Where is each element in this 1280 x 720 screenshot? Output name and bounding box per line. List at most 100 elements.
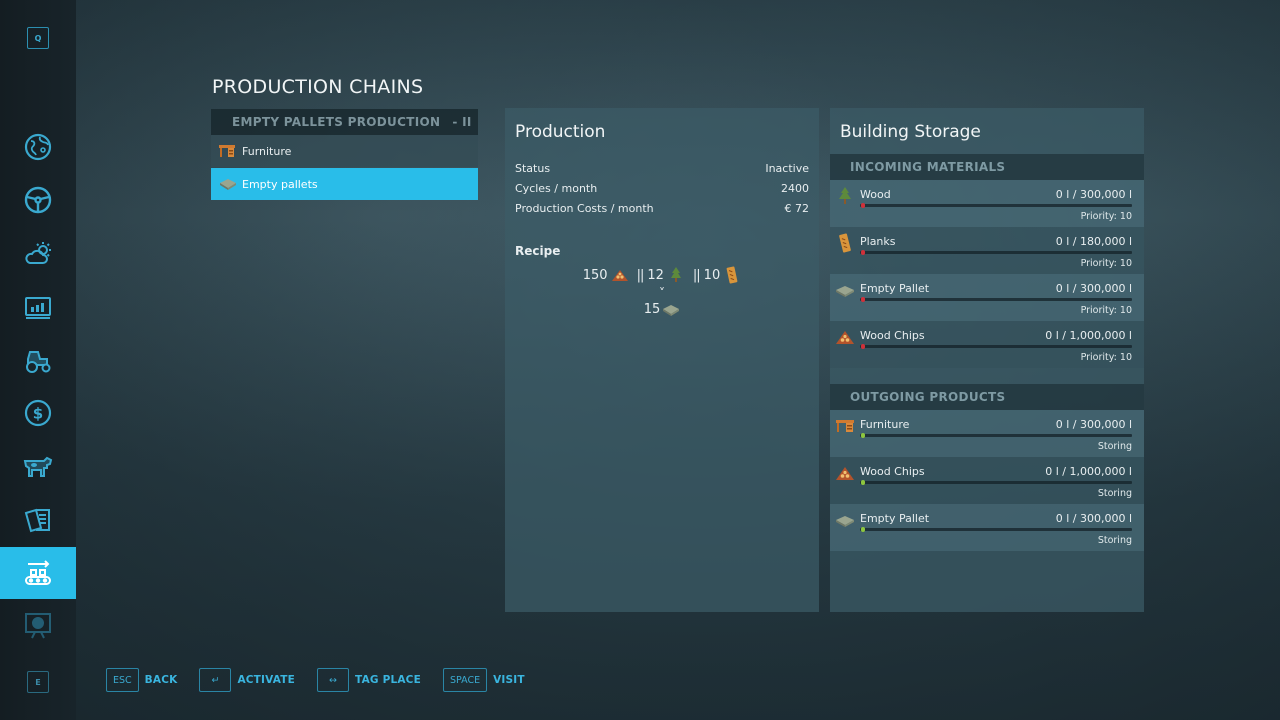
cycles-row: Cycles / month 2400 xyxy=(505,178,819,198)
next-tab-key-hint[interactable]: E xyxy=(27,671,49,693)
fill-level-bar xyxy=(860,297,1132,302)
storage-row-planks: Planks 0 l / 180,000 l Priority: 10 xyxy=(830,227,1144,274)
activate-button[interactable]: ↵ ACTIVATE xyxy=(199,668,295,692)
material-status: Priority: 10 xyxy=(1080,258,1132,269)
status-row: Status Inactive xyxy=(505,158,819,178)
status-label: Status xyxy=(515,161,551,175)
fill-level-indicator xyxy=(861,250,865,255)
material-amount: 0 l / 300,000 l xyxy=(1055,188,1132,201)
enter-key-hint: ↵ xyxy=(199,668,232,692)
material-name: Wood xyxy=(860,188,891,201)
sidebar-item-animals[interactable] xyxy=(0,440,76,492)
sidebar-item-statistics[interactable] xyxy=(0,281,76,333)
tag-place-button[interactable]: ↔ TAG PLACE xyxy=(317,668,421,692)
costs-value: € 72 xyxy=(784,201,810,215)
outgoing-products-list: Furniture 0 l / 300,000 l Storing Wood Chip… xyxy=(830,410,1144,551)
footer-button-bar: ESC BACK ↵ ACTIVATE ↔ TAG PLACE SPACE VI… xyxy=(106,668,547,692)
material-name: Empty Pallet xyxy=(860,282,930,295)
outgoing-products-header: OUTGOING PRODUCTS xyxy=(830,384,1144,410)
material-amount: 0 l / 300,000 l xyxy=(1055,418,1132,431)
fill-level-bar xyxy=(860,527,1132,532)
steering-wheel-icon xyxy=(24,186,52,214)
chain-group-suffix: - II xyxy=(452,115,472,129)
building-storage-panel: Building Storage INCOMING MATERIALS Wood… xyxy=(830,108,1144,612)
costs-label: Production Costs / month xyxy=(515,201,654,215)
cycles-label: Cycles / month xyxy=(515,181,598,195)
back-label: BACK xyxy=(144,674,178,686)
animals-cow-icon xyxy=(23,456,53,477)
chain-item-furniture[interactable]: Furniture xyxy=(211,135,478,167)
finance-dollar-icon: $ xyxy=(24,399,52,427)
pallet-icon xyxy=(663,305,680,316)
storage-row-furniture: Furniture 0 l / 300,000 l Storing xyxy=(830,410,1144,457)
production-chains-icon xyxy=(25,560,51,585)
sidebar-item-vehicles[interactable] xyxy=(0,334,76,386)
activate-label: ACTIVATE xyxy=(237,674,296,686)
fill-level-bar xyxy=(860,433,1132,438)
fill-level-indicator xyxy=(861,527,865,532)
tag-key-hint: ↔ xyxy=(317,668,350,692)
recipe-output-amount: 15 xyxy=(643,301,661,317)
back-button[interactable]: ESC BACK xyxy=(106,668,177,692)
tractor-icon xyxy=(26,351,51,373)
sidebar-item-map[interactable] xyxy=(0,121,76,173)
material-status: Storing xyxy=(1097,535,1132,546)
material-name: Empty Pallet xyxy=(860,512,930,525)
sidebar-item-production[interactable] xyxy=(0,547,76,599)
fill-level-indicator xyxy=(861,297,865,302)
furniture-icon xyxy=(219,144,237,158)
material-amount: 0 l / 1,000,000 l xyxy=(1045,465,1132,478)
chain-item-label: Furniture xyxy=(242,144,292,158)
wood-chips-icon xyxy=(611,270,628,281)
tour-presentation-icon xyxy=(25,613,51,639)
recipe-input-amount: 150 xyxy=(582,267,608,283)
status-value: Inactive xyxy=(765,161,809,175)
planks-icon xyxy=(726,266,738,284)
material-name: Furniture xyxy=(860,418,910,431)
fill-level-indicator xyxy=(861,344,865,349)
recipe-output: 15 xyxy=(505,300,819,318)
chain-item-empty-pallets[interactable]: Empty pallets xyxy=(211,168,478,200)
production-panel: Production Status Inactive Cycles / mont… xyxy=(505,108,819,612)
recipe-input-amount: 10 xyxy=(703,267,721,283)
page-title: PRODUCTION CHAINS xyxy=(212,76,424,98)
recipe-separator: || xyxy=(636,267,645,283)
sidebar-item-tour[interactable] xyxy=(0,600,76,652)
chain-group-name: EMPTY PALLETS PRODUCTION xyxy=(232,115,441,129)
sidebar-item-weather[interactable] xyxy=(0,227,76,279)
incoming-materials-header: INCOMING MATERIALS xyxy=(830,154,1144,180)
material-name: Wood Chips xyxy=(860,329,925,342)
material-name: Wood Chips xyxy=(860,465,925,478)
wood-tree-icon xyxy=(670,267,681,282)
map-globe-icon xyxy=(24,133,52,161)
cycles-value: 2400 xyxy=(781,181,809,195)
wood-tree-icon xyxy=(835,186,855,206)
material-name: Planks xyxy=(860,235,896,248)
storage-row-wood: Wood 0 l / 300,000 l Priority: 10 xyxy=(830,180,1144,227)
recipe-input-amount: 12 xyxy=(647,267,664,283)
fill-level-bar xyxy=(860,250,1132,255)
furniture-icon xyxy=(835,416,855,436)
statistics-icon xyxy=(25,297,51,319)
tag-place-label: TAG PLACE xyxy=(355,674,421,686)
visit-button[interactable]: SPACE VISIT xyxy=(442,668,525,692)
prev-tab-key-hint[interactable]: Q xyxy=(27,27,49,49)
storage-title: Building Storage xyxy=(840,122,981,142)
sidebar-item-contracts[interactable] xyxy=(0,494,76,546)
storage-row-empty-pallet: Empty Pallet 0 l / 300,000 l Priority: 10 xyxy=(830,274,1144,321)
material-status: Storing xyxy=(1097,441,1132,452)
production-chain-list: EMPTY PALLETS PRODUCTION - II Furniture … xyxy=(211,109,478,200)
wood-chips-icon xyxy=(835,463,855,483)
planks-icon xyxy=(835,233,855,253)
sidebar-item-finances[interactable]: $ xyxy=(0,387,76,439)
sidebar-item-vehicles-drive[interactable] xyxy=(0,174,76,226)
costs-row: Production Costs / month € 72 xyxy=(505,198,819,218)
fill-level-bar xyxy=(860,480,1132,485)
svg-text:$: $ xyxy=(33,405,43,423)
weather-icon xyxy=(25,242,51,264)
space-key-hint: SPACE xyxy=(442,668,488,692)
recipe-inputs: 150 || 12 || 10 xyxy=(505,266,819,284)
fill-level-bar xyxy=(860,344,1132,349)
material-status: Priority: 10 xyxy=(1080,211,1132,222)
storage-row-empty-pallet: Empty Pallet 0 l / 300,000 l Storing xyxy=(830,504,1144,551)
